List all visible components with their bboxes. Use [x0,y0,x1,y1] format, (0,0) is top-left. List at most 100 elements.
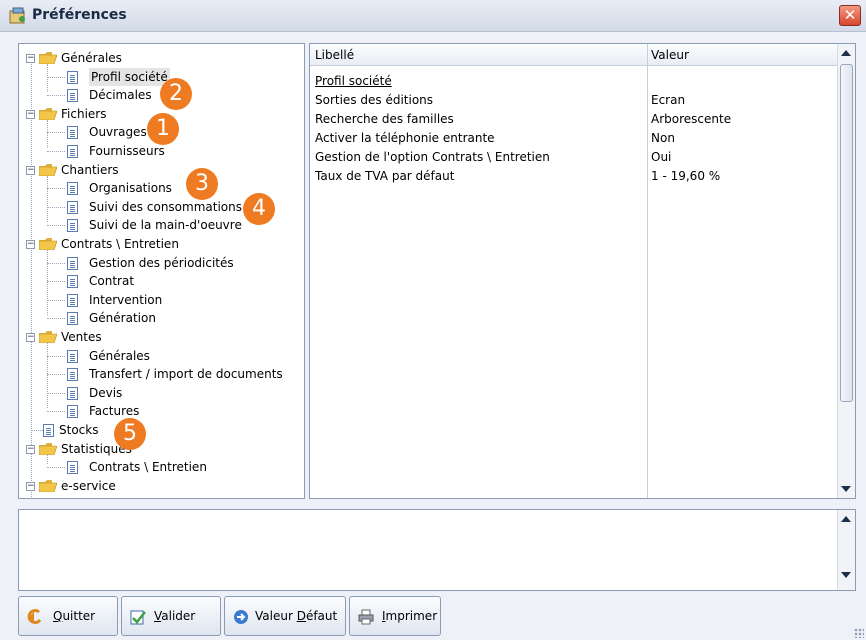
tree-item[interactable]: Décimales [89,86,152,104]
validate-check-icon [130,610,146,625]
document-icon [67,461,78,475]
properties-grid: Libellé Valeur Profil société Sorties de… [309,43,856,499]
tree-item[interactable]: Suivi des consommations [89,198,242,216]
tree-item[interactable]: Transfert / import de documents [89,365,283,383]
tree-item[interactable]: Ouvrages [89,123,147,141]
tree-connector [47,392,65,394]
annotation-badge: 2 [160,78,192,110]
resize-grip-icon[interactable] [854,628,864,638]
tree-group-5[interactable]: Stocks [59,421,98,439]
grid-header: Libellé Valeur [310,44,838,66]
tree-item[interactable]: Suivi de la main-d'oeuvre [89,216,242,234]
tree-connector [47,454,48,464]
tree-item[interactable]: Organisations [89,179,172,197]
folder-icon [38,238,58,251]
description-scrollbar[interactable] [837,510,855,590]
tree-item[interactable]: Devis [89,384,122,402]
document-icon [67,145,78,158]
tree-item[interactable]: Intervention [89,291,162,309]
grid-row-value[interactable]: Non [651,131,675,145]
scroll-up-icon[interactable] [841,50,851,56]
grid-row-value[interactable]: 1 - 19,60 % [651,169,720,183]
document-icon [67,200,78,214]
grid-row-value[interactable]: Ecran [651,93,685,107]
grid-row-label[interactable]: Sorties des éditions [315,93,433,112]
annotation-badge: 4 [243,193,275,225]
folder-icon [38,331,58,344]
document-icon [67,405,78,419]
quit-label: Quitter [53,609,96,623]
quit-arrow-icon [27,609,42,625]
grid-section-title: Profil société [315,74,392,88]
tree-item[interactable]: Contrats \ Entretien [89,458,207,476]
tree-expander-icon[interactable]: − [26,165,35,175]
tree-connector [47,374,65,376]
validate-label: Valider [154,609,196,623]
tree-group-0[interactable]: Générales [61,49,122,67]
validate-button[interactable]: Valider [121,596,221,636]
tree-connector [31,59,32,498]
document-icon [67,275,78,289]
grid-row-label[interactable]: Activer la téléphonie entrante [315,131,495,150]
tree-connector [47,467,65,469]
title-bar: Préférences ✕ [0,0,866,32]
tree-group-4[interactable]: Ventes [61,328,102,346]
window-title: Préférences [32,7,127,23]
preferences-tree[interactable]: − Générales Profil société Décimales − Fichie… [18,43,305,499]
print-button[interactable]: Imprimer [349,596,441,636]
tree-item[interactable]: Contrat [89,272,134,290]
column-header-value[interactable]: Valeur [651,48,689,62]
grid-row-label[interactable]: Recherche des familles [315,112,454,131]
tree-connector [47,225,65,227]
folder-icon [38,442,58,455]
tree-connector [47,119,48,148]
tree-expander-icon[interactable]: − [26,240,35,249]
quit-button[interactable]: Quitter [18,596,118,636]
tree-group-7[interactable]: e-service [61,477,116,495]
description-panel [18,509,856,591]
tree-group-1[interactable]: Fichiers [61,105,106,123]
tree-connector [47,95,65,97]
tree-item[interactable]: Fournisseurs [89,142,165,160]
grid-row-value[interactable]: Arborescente [651,112,731,126]
default-value-label: Valeur Défaut [255,609,338,623]
scroll-down-icon[interactable] [841,572,851,578]
grid-scroll-thumb[interactable] [840,64,853,402]
tree-expander-icon[interactable]: − [26,333,35,342]
tree-connector [47,175,48,223]
document-icon [67,349,78,363]
grid-row-value[interactable]: Oui [651,150,671,164]
tree-item[interactable]: Profil société [89,67,170,86]
grid-row-label[interactable]: Taux de TVA par défaut [315,169,454,188]
default-value-button[interactable]: Valeur Défaut [224,596,346,636]
tree-expander-icon[interactable]: − [26,54,35,63]
tree-group-2[interactable]: Chantiers [61,161,119,179]
annotation-badge: 5 [114,418,146,450]
close-button[interactable]: ✕ [839,5,861,26]
tree-connector [47,188,65,190]
scroll-up-icon[interactable] [841,516,851,522]
grid-scrollbar[interactable] [837,44,855,498]
tree-connector [47,281,65,283]
tree-connector [47,76,65,78]
scroll-down-icon[interactable] [841,486,851,492]
tree-expander-icon[interactable]: − [26,444,35,454]
tree-expander-icon[interactable]: − [26,481,35,491]
tree-expander-icon[interactable]: − [26,109,35,119]
tree-connector [47,262,65,264]
document-icon [67,386,78,400]
document-icon [67,312,78,326]
tree-connector [47,299,65,301]
tree-connector [47,343,48,409]
grid-row-label[interactable]: Gestion de l'option Contrats \ Entretien [315,150,550,169]
tree-connector [47,151,65,152]
tree-item[interactable]: Gestion des périodicités [89,254,234,272]
tree-group-3[interactable]: Contrats \ Entretien [61,235,179,253]
tree-item[interactable]: Génération [89,309,156,327]
document-icon [67,89,78,103]
column-header-label[interactable]: Libellé [315,48,354,62]
print-label: Imprimer [382,609,438,623]
tree-item[interactable]: Générales [89,347,150,365]
annotation-badge: 3 [186,168,218,200]
tree-connector [47,206,65,208]
